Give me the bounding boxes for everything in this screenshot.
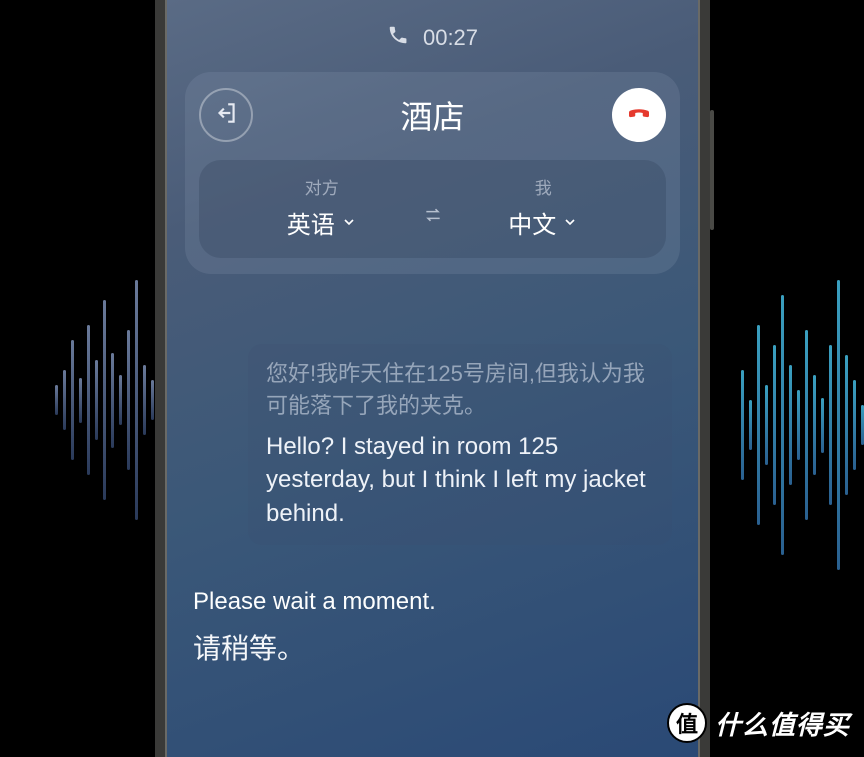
message-translated: 请稍等。 <box>193 629 672 668</box>
other-language-value: 英语 <box>287 205 335 240</box>
exit-button[interactable] <box>199 88 253 142</box>
message-item: 您好!我昨天住在125号房间,但我认为我可能落下了我的夹克。 Hello? I … <box>193 344 672 545</box>
phone-frame: 00:27 酒店 对方 英语 <box>155 0 710 757</box>
page-title: 酒店 <box>400 92 464 138</box>
call-status-bar: 00:27 <box>165 0 700 52</box>
hangup-icon <box>624 98 654 133</box>
swap-icon <box>421 205 445 230</box>
chevron-down-icon <box>562 209 578 237</box>
watermark: 值 什么值得买 <box>667 703 850 743</box>
sound-wave-left <box>55 280 154 520</box>
swap-languages-button[interactable] <box>415 185 451 230</box>
message-original: 您好!我昨天住在125号房间,但我认为我可能落下了我的夹克。 <box>266 358 654 422</box>
self-language-selector[interactable]: 我 中文 <box>451 174 637 240</box>
phone-icon <box>387 24 409 52</box>
sound-wave-right <box>741 280 864 570</box>
message-translated: Hello? I stayed in room 125 yesterday, b… <box>266 430 654 531</box>
watermark-text: 什么值得买 <box>715 705 850 742</box>
exit-icon <box>213 100 239 131</box>
translation-header: 酒店 对方 英语 <box>185 72 680 274</box>
call-duration: 00:27 <box>423 25 478 51</box>
message-original: Please wait a moment. <box>193 585 672 620</box>
other-language-selector[interactable]: 对方 英语 <box>229 174 415 240</box>
message-bubble: 您好!我昨天住在125号房间,但我认为我可能落下了我的夹克。 Hello? I … <box>248 344 672 545</box>
transcript-area: 您好!我昨天住在125号房间,但我认为我可能落下了我的夹克。 Hello? I … <box>165 274 700 669</box>
chevron-down-icon <box>341 209 357 237</box>
end-call-button[interactable] <box>612 88 666 142</box>
watermark-badge: 值 <box>667 703 707 743</box>
message-item: Please wait a moment. 请稍等。 <box>193 585 672 669</box>
self-language-label: 我 <box>535 174 552 199</box>
self-language-value: 中文 <box>508 205 556 240</box>
other-language-label: 对方 <box>305 174 339 199</box>
language-selector-row: 对方 英语 我 中文 <box>199 160 666 258</box>
